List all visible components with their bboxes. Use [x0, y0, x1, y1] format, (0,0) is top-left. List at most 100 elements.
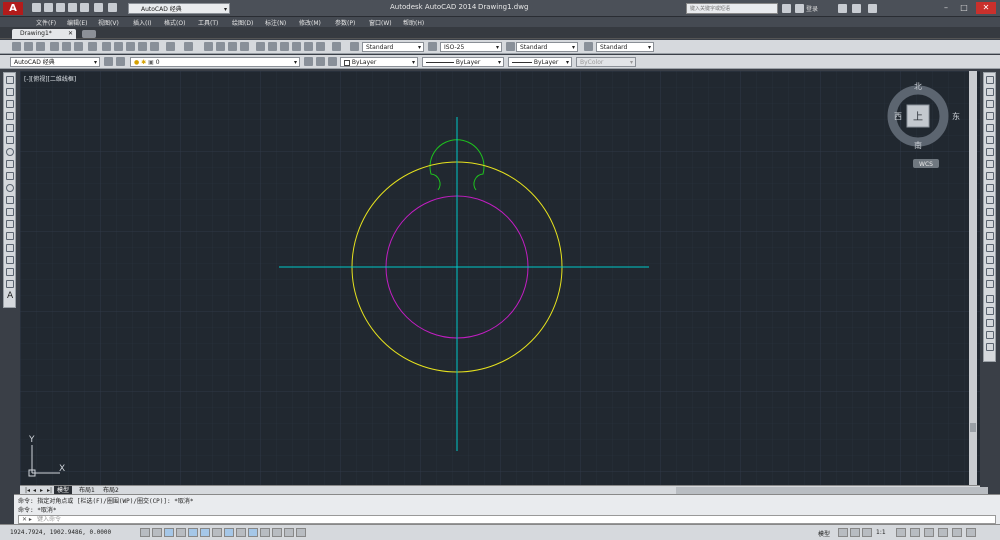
pan-icon[interactable] — [204, 42, 213, 51]
revision-cloud-tool-icon[interactable] — [6, 160, 14, 168]
search-icon[interactable] — [782, 4, 791, 13]
linetype-select[interactable]: ByLayer — [422, 57, 504, 68]
menu-view[interactable]: 视图(V) — [98, 18, 119, 27]
minimize-button[interactable]: – — [938, 2, 954, 14]
table-style-select[interactable]: Standard — [516, 42, 578, 53]
autocad-logo-icon[interactable]: A — [3, 2, 23, 15]
info-icon[interactable] — [868, 4, 877, 13]
undo-icon[interactable] — [166, 42, 175, 51]
viewcube-west-label[interactable]: 西 — [894, 112, 902, 121]
menu-edit[interactable]: 编辑(E) — [67, 18, 87, 27]
model-space-drawing[interactable]: Y X 上 北 南 东 西 WCS — [20, 71, 980, 485]
login-link[interactable]: 登录 — [806, 4, 818, 13]
matchprop-icon[interactable] — [138, 42, 147, 51]
search-input[interactable]: 键入关键字或短语 — [686, 3, 778, 14]
send-back-tool-icon[interactable] — [986, 319, 994, 327]
make-block-tool-icon[interactable] — [6, 220, 14, 228]
line-tool-icon[interactable] — [6, 76, 14, 84]
bring-front-tool-icon[interactable] — [986, 307, 994, 315]
explode-tool-icon[interactable] — [986, 280, 994, 288]
tool-palettes-icon[interactable] — [280, 42, 289, 51]
cut-icon[interactable] — [102, 42, 111, 51]
application-status-bar-menu-icon[interactable] — [952, 528, 962, 537]
3dprint-icon[interactable] — [88, 42, 97, 51]
tab-drawing1[interactable]: Drawing1* ✕ — [12, 29, 76, 39]
table-tool-icon[interactable] — [6, 280, 14, 288]
spline-tool-icon[interactable] — [6, 172, 14, 180]
design-center-icon[interactable] — [268, 42, 277, 51]
isolate-objects-icon[interactable] — [938, 528, 948, 537]
markup-icon[interactable] — [304, 42, 313, 51]
qnew-icon[interactable] — [12, 42, 21, 51]
workspace-select[interactable]: AutoCAD 经典 — [10, 57, 100, 68]
menu-parametric[interactable]: 参数(P) — [335, 18, 355, 27]
maximize-button[interactable]: □ — [956, 2, 972, 14]
layer-select[interactable]: ● ✱ ▣ 0 — [130, 57, 300, 68]
join-tool-icon[interactable] — [986, 232, 994, 240]
menu-format[interactable]: 格式(O) — [164, 18, 185, 27]
dim-style-icon[interactable] — [428, 42, 437, 51]
stretch-tool-icon[interactable] — [986, 172, 994, 180]
toolbar-lock-icon[interactable] — [910, 528, 920, 537]
draworder-tool-icon[interactable] — [986, 295, 994, 303]
menu-window[interactable]: 窗口(W) — [369, 18, 392, 27]
command-input[interactable]: ✕ ▸ 键入命令 — [18, 515, 996, 524]
grid-display-toggle[interactable] — [164, 528, 174, 537]
layer-state-icon[interactable] — [328, 57, 337, 66]
polyline-tool-icon[interactable] — [6, 100, 14, 108]
undo-icon[interactable] — [94, 3, 103, 12]
construction-line-tool-icon[interactable] — [6, 88, 14, 96]
open-file-icon[interactable] — [44, 3, 53, 12]
open-icon[interactable] — [24, 42, 33, 51]
block-editor-icon[interactable] — [150, 42, 159, 51]
menu-modify[interactable]: 修改(M) — [299, 18, 321, 27]
break-at-point-tool-icon[interactable] — [986, 208, 994, 216]
workspace-settings-icon[interactable] — [104, 57, 113, 66]
multiline-text-tool-icon[interactable]: A — [7, 292, 15, 301]
drawing-canvas[interactable]: Y X 上 北 南 东 西 WCS [-][俯视][二维线框] — [20, 71, 980, 485]
layer-previous-icon[interactable] — [316, 57, 325, 66]
coordinate-readout[interactable]: 1924.7924, 1902.9486, 0.0000 — [10, 529, 111, 536]
viewcube-north-label[interactable]: 北 — [914, 82, 922, 91]
offset-tool-icon[interactable] — [986, 112, 994, 120]
hatch-back-tool-icon[interactable] — [986, 343, 994, 351]
arc-tool-icon[interactable] — [6, 136, 14, 144]
text-front-tool-icon[interactable] — [986, 331, 994, 339]
menu-file[interactable]: 文件(F) — [36, 18, 56, 27]
close-tab-icon[interactable]: ✕ — [68, 29, 73, 39]
viewport-controls-label[interactable]: [-][俯视][二维线框] — [24, 74, 76, 83]
trim-tool-icon[interactable] — [986, 184, 994, 192]
mirror-tool-icon[interactable] — [986, 100, 994, 108]
dim-style-select[interactable]: ISO-25 — [440, 42, 502, 53]
copy-tool-icon[interactable] — [986, 88, 994, 96]
dynamic-ucs-toggle[interactable] — [236, 528, 246, 537]
help-icon[interactable] — [332, 42, 341, 51]
zoom-realtime-icon[interactable] — [216, 42, 225, 51]
object-snap-toggle[interactable] — [200, 528, 210, 537]
save-icon[interactable] — [36, 42, 45, 51]
table-style-icon[interactable] — [506, 42, 515, 51]
vertical-scroll-thumb[interactable] — [970, 423, 976, 432]
exchange-icon[interactable] — [838, 4, 847, 13]
paste-icon[interactable] — [126, 42, 135, 51]
infer-constraints-toggle[interactable] — [140, 528, 150, 537]
multileader-style-select[interactable]: Standard — [596, 42, 654, 53]
menu-dimension[interactable]: 标注(N) — [265, 18, 286, 27]
clean-screen-icon[interactable] — [966, 528, 976, 537]
user-icon[interactable] — [795, 4, 804, 13]
object-snap-tracking-toggle[interactable] — [224, 528, 234, 537]
insert-block-tool-icon[interactable] — [6, 208, 14, 216]
close-button[interactable]: ✕ — [976, 2, 996, 14]
ortho-mode-toggle[interactable] — [176, 528, 186, 537]
snap-mode-toggle[interactable] — [152, 528, 162, 537]
scale-tool-icon[interactable] — [986, 160, 994, 168]
ellipse-arc-tool-icon[interactable] — [6, 196, 14, 204]
quickcalc-icon[interactable] — [316, 42, 325, 51]
text-style-select[interactable]: Standard — [362, 42, 424, 53]
make-current-icon[interactable] — [304, 57, 313, 66]
transparency-toggle[interactable] — [272, 528, 282, 537]
polygon-tool-icon[interactable] — [6, 112, 14, 120]
print-icon[interactable] — [80, 3, 89, 12]
model-space-button[interactable]: 模型 — [818, 529, 830, 538]
chamfer-tool-icon[interactable] — [986, 244, 994, 252]
